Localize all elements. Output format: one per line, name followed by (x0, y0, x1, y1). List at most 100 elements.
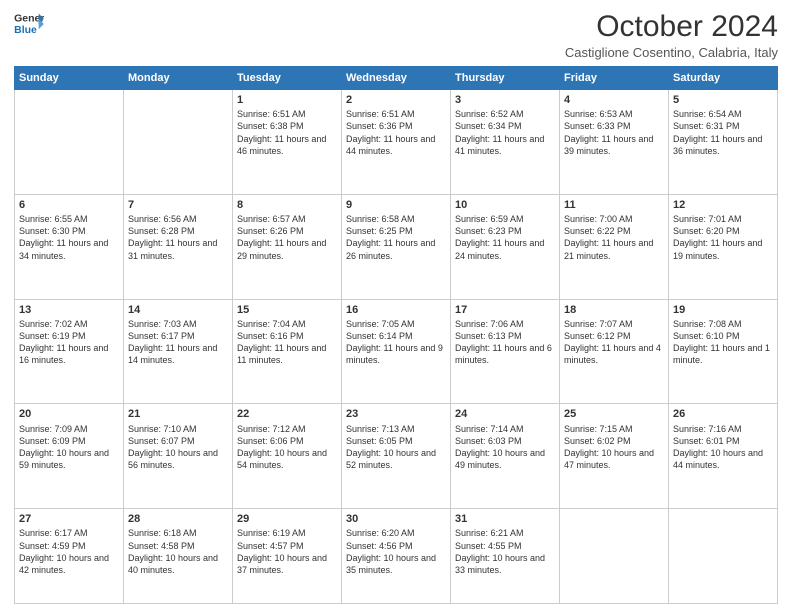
cell-2-5: 10Sunrise: 6:59 AMSunset: 6:23 PMDayligh… (451, 194, 560, 299)
day-number: 25 (564, 407, 664, 421)
header: General Blue October 2024 Castiglione Co… (14, 10, 778, 60)
cell-info-line: Sunrise: 6:51 AM (237, 108, 337, 120)
cell-info-line: Daylight: 11 hours and 1 minute. (673, 342, 773, 366)
cell-info-line: Sunset: 6:20 PM (673, 225, 773, 237)
cell-info-line: Daylight: 11 hours and 6 minutes. (455, 342, 555, 366)
cell-info-line: Daylight: 10 hours and 56 minutes. (128, 447, 228, 471)
cell-5-2: 28Sunrise: 6:18 AMSunset: 4:58 PMDayligh… (124, 509, 233, 604)
cell-info-line: Daylight: 10 hours and 59 minutes. (19, 447, 119, 471)
cell-info-line: Sunrise: 7:13 AM (346, 423, 446, 435)
day-number: 23 (346, 407, 446, 421)
cell-info-line: Sunset: 6:25 PM (346, 225, 446, 237)
cell-info-line: Sunset: 6:07 PM (128, 435, 228, 447)
day-number: 4 (564, 93, 664, 107)
day-number: 5 (673, 93, 773, 107)
day-number: 7 (128, 198, 228, 212)
cell-info-line: Daylight: 11 hours and 31 minutes. (128, 237, 228, 261)
cell-info-line: Sunrise: 6:52 AM (455, 108, 555, 120)
header-thursday: Thursday (451, 67, 560, 90)
cell-5-1: 27Sunrise: 6:17 AMSunset: 4:59 PMDayligh… (15, 509, 124, 604)
cell-2-1: 6Sunrise: 6:55 AMSunset: 6:30 PMDaylight… (15, 194, 124, 299)
day-number: 12 (673, 198, 773, 212)
cell-info-line: Sunset: 6:31 PM (673, 120, 773, 132)
cell-info-line: Daylight: 11 hours and 21 minutes. (564, 237, 664, 261)
cell-info-line: Sunrise: 7:09 AM (19, 423, 119, 435)
cell-info-line: Sunset: 4:58 PM (128, 540, 228, 552)
day-number: 14 (128, 303, 228, 317)
cell-info-line: Sunrise: 7:05 AM (346, 318, 446, 330)
day-number: 6 (19, 198, 119, 212)
cell-info-line: Sunrise: 7:14 AM (455, 423, 555, 435)
cell-1-6: 4Sunrise: 6:53 AMSunset: 6:33 PMDaylight… (560, 90, 669, 195)
cell-info-line: Daylight: 11 hours and 29 minutes. (237, 237, 337, 261)
cell-info-line: Daylight: 11 hours and 19 minutes. (673, 237, 773, 261)
cell-4-5: 24Sunrise: 7:14 AMSunset: 6:03 PMDayligh… (451, 404, 560, 509)
day-number: 31 (455, 512, 555, 526)
cell-info-line: Sunrise: 7:16 AM (673, 423, 773, 435)
day-number: 24 (455, 407, 555, 421)
cell-info-line: Daylight: 10 hours and 52 minutes. (346, 447, 446, 471)
cell-info-line: Daylight: 11 hours and 46 minutes. (237, 133, 337, 157)
cell-5-3: 29Sunrise: 6:19 AMSunset: 4:57 PMDayligh… (233, 509, 342, 604)
week-row-5: 27Sunrise: 6:17 AMSunset: 4:59 PMDayligh… (15, 509, 778, 604)
cell-info-line: Sunset: 6:12 PM (564, 330, 664, 342)
cell-info-line: Sunset: 6:26 PM (237, 225, 337, 237)
day-number: 11 (564, 198, 664, 212)
cell-info-line: Sunrise: 6:59 AM (455, 213, 555, 225)
day-number: 29 (237, 512, 337, 526)
cell-info-line: Sunset: 6:28 PM (128, 225, 228, 237)
cell-info-line: Sunrise: 7:15 AM (564, 423, 664, 435)
cell-info-line: Sunset: 6:10 PM (673, 330, 773, 342)
cell-info-line: Sunset: 6:09 PM (19, 435, 119, 447)
header-monday: Monday (124, 67, 233, 90)
header-sunday: Sunday (15, 67, 124, 90)
title-block: October 2024 Castiglione Cosentino, Cala… (565, 10, 778, 60)
cell-info-line: Sunset: 6:36 PM (346, 120, 446, 132)
days-header-row: Sunday Monday Tuesday Wednesday Thursday… (15, 67, 778, 90)
cell-2-6: 11Sunrise: 7:00 AMSunset: 6:22 PMDayligh… (560, 194, 669, 299)
week-row-3: 13Sunrise: 7:02 AMSunset: 6:19 PMDayligh… (15, 299, 778, 404)
cell-info-line: Daylight: 10 hours and 35 minutes. (346, 552, 446, 576)
cell-info-line: Sunrise: 7:07 AM (564, 318, 664, 330)
cell-info-line: Daylight: 10 hours and 42 minutes. (19, 552, 119, 576)
header-friday: Friday (560, 67, 669, 90)
header-wednesday: Wednesday (342, 67, 451, 90)
day-number: 10 (455, 198, 555, 212)
cell-info-line: Daylight: 11 hours and 39 minutes. (564, 133, 664, 157)
cell-info-line: Sunrise: 6:51 AM (346, 108, 446, 120)
cell-info-line: Sunrise: 6:17 AM (19, 527, 119, 539)
day-number: 17 (455, 303, 555, 317)
day-number: 19 (673, 303, 773, 317)
cell-4-6: 25Sunrise: 7:15 AMSunset: 6:02 PMDayligh… (560, 404, 669, 509)
cell-info-line: Sunrise: 7:00 AM (564, 213, 664, 225)
month-year-title: October 2024 (565, 10, 778, 43)
cell-info-line: Sunrise: 6:58 AM (346, 213, 446, 225)
cell-info-line: Sunset: 4:55 PM (455, 540, 555, 552)
cell-1-1 (15, 90, 124, 195)
week-row-1: 1Sunrise: 6:51 AMSunset: 6:38 PMDaylight… (15, 90, 778, 195)
cell-info-line: Daylight: 10 hours and 49 minutes. (455, 447, 555, 471)
cell-info-line: Daylight: 10 hours and 33 minutes. (455, 552, 555, 576)
cell-4-3: 22Sunrise: 7:12 AMSunset: 6:06 PMDayligh… (233, 404, 342, 509)
cell-1-7: 5Sunrise: 6:54 AMSunset: 6:31 PMDaylight… (669, 90, 778, 195)
cell-info-line: Daylight: 11 hours and 44 minutes. (346, 133, 446, 157)
cell-info-line: Sunrise: 7:01 AM (673, 213, 773, 225)
cell-3-4: 16Sunrise: 7:05 AMSunset: 6:14 PMDayligh… (342, 299, 451, 404)
day-number: 28 (128, 512, 228, 526)
week-row-2: 6Sunrise: 6:55 AMSunset: 6:30 PMDaylight… (15, 194, 778, 299)
cell-info-line: Sunset: 6:17 PM (128, 330, 228, 342)
cell-info-line: Daylight: 11 hours and 26 minutes. (346, 237, 446, 261)
day-number: 30 (346, 512, 446, 526)
cell-3-2: 14Sunrise: 7:03 AMSunset: 6:17 PMDayligh… (124, 299, 233, 404)
logo: General Blue (14, 10, 44, 38)
cell-info-line: Daylight: 11 hours and 14 minutes. (128, 342, 228, 366)
cell-info-line: Sunrise: 6:54 AM (673, 108, 773, 120)
cell-info-line: Sunrise: 7:08 AM (673, 318, 773, 330)
day-number: 1 (237, 93, 337, 107)
cell-info-line: Daylight: 10 hours and 37 minutes. (237, 552, 337, 576)
page: General Blue October 2024 Castiglione Co… (0, 0, 792, 612)
cell-4-2: 21Sunrise: 7:10 AMSunset: 6:07 PMDayligh… (124, 404, 233, 509)
logo-icon: General Blue (14, 10, 44, 38)
cell-info-line: Sunrise: 7:06 AM (455, 318, 555, 330)
location-subtitle: Castiglione Cosentino, Calabria, Italy (565, 45, 778, 60)
